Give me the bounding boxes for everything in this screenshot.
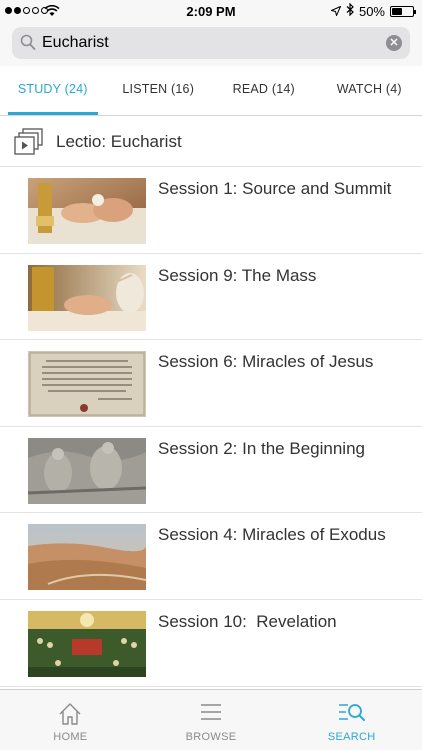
list-item[interactable]: Session 4: Miracles of Exodus (0, 513, 422, 600)
session-thumbnail (28, 351, 146, 418)
battery-percent: 50% (358, 3, 385, 19)
video-stack-icon (14, 128, 44, 161)
tab-read[interactable]: READ (14) (211, 66, 317, 115)
session-title: Session 4: Miracles of Exodus (158, 525, 386, 545)
list-item[interactable]: Session 6: Miracles of Jesus (0, 340, 422, 427)
search-field[interactable]: ✕ (12, 27, 410, 59)
tab-listen[interactable]: LISTEN (16) (106, 66, 212, 115)
list-item[interactable]: Session 2: In the Beginning (0, 427, 422, 514)
menu-icon (200, 702, 222, 727)
session-title: Session 9: The Mass (158, 265, 317, 285)
bluetooth-icon (346, 2, 354, 19)
lectio-group-header[interactable]: Lectio: Eucharist (0, 117, 422, 167)
list-item[interactable]: Session 10: Revelation (0, 600, 422, 687)
session-thumbnail (28, 437, 146, 504)
session-list: Session 1: Source and Summit Session 9: … (0, 167, 422, 687)
nav-search-label: SEARCH (327, 731, 376, 743)
result-tabs: STUDY (24) LISTEN (16) READ (14) WATCH (… (0, 66, 422, 116)
session-thumbnail (28, 264, 146, 331)
session-thumbnail (28, 610, 146, 677)
clear-icon[interactable]: ✕ (386, 35, 402, 51)
location-arrow-icon (329, 4, 342, 19)
list-item[interactable]: Session 1: Source and Summit (0, 167, 422, 254)
tab-watch[interactable]: WATCH (4) (317, 66, 422, 115)
nav-search[interactable]: SEARCH (281, 690, 422, 750)
bottom-nav: HOME BROWSE SEARCH (0, 689, 422, 750)
home-icon (58, 702, 82, 731)
session-title: Session 6: Miracles of Jesus (158, 352, 374, 372)
session-title: Session 2: In the Beginning (158, 438, 365, 458)
nav-home[interactable]: HOME (0, 690, 141, 750)
session-title: Session 10: Revelation (158, 611, 337, 631)
status-bar: 2:09 PM 50% (0, 0, 422, 22)
search-icon (20, 34, 36, 56)
search-bar: ✕ (0, 22, 422, 66)
session-thumbnail (28, 524, 146, 591)
nav-home-label: HOME (53, 731, 88, 743)
nav-browse[interactable]: BROWSE (141, 690, 282, 750)
battery-icon (390, 5, 416, 17)
session-thumbnail (28, 178, 146, 244)
tab-study[interactable]: STUDY (24) (0, 66, 106, 115)
list-item[interactable]: Session 9: The Mass (0, 254, 422, 341)
search-input[interactable] (42, 27, 372, 59)
nav-browse-label: BROWSE (185, 731, 237, 743)
search-list-icon (338, 702, 366, 729)
session-title: Session 1: Source and Summit (158, 179, 392, 198)
lectio-title: Lectio: Eucharist (56, 132, 182, 151)
